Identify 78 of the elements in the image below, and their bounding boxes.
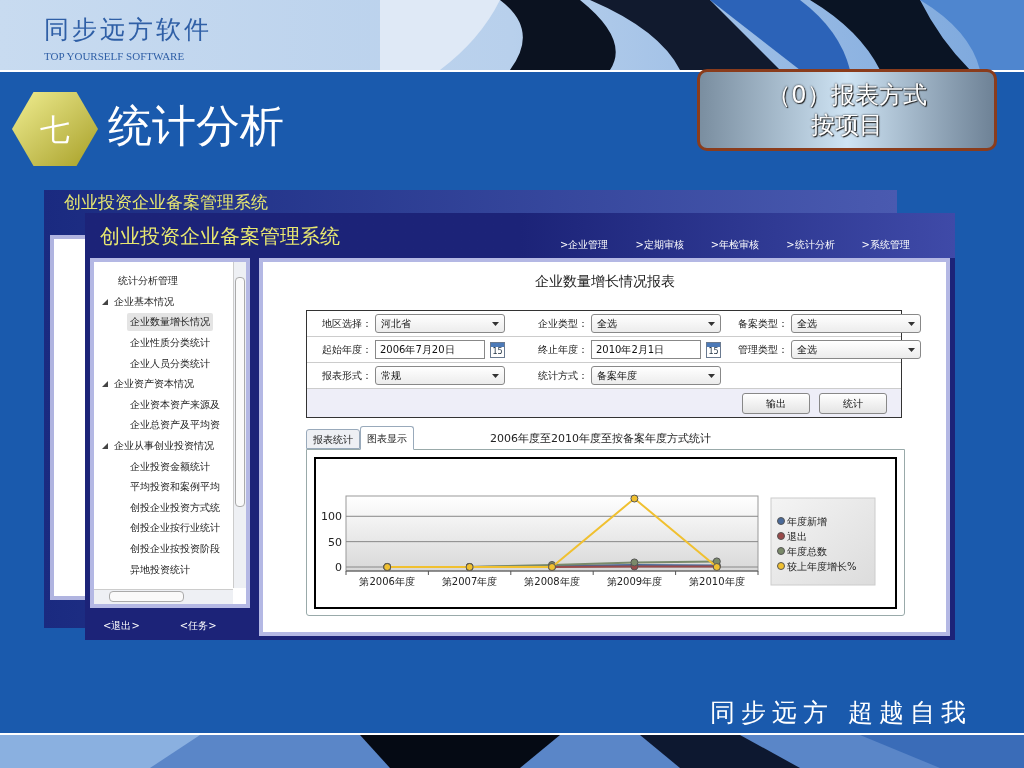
company-name: 同步远方软件: [44, 14, 212, 46]
section-title: 统计分析: [108, 99, 284, 153]
window-title: 创业投资企业备案管理系统: [100, 224, 340, 248]
data-point: [630, 558, 639, 567]
expander-icon[interactable]: [100, 379, 110, 390]
nav-link[interactable]: >年检审核: [710, 239, 760, 251]
window-title: 创业投资企业备案管理系统: [64, 193, 268, 212]
dropdown-arrow-icon: [908, 321, 915, 326]
legend-label: 较上年度增长%: [787, 561, 857, 572]
dropdown[interactable]: 备案年度: [591, 366, 721, 385]
field-label: 报表形式：: [322, 369, 373, 383]
callout-box: （0）报表方式 按项目: [697, 69, 997, 151]
vertical-scrollbar[interactable]: [233, 262, 246, 588]
company-slogan: TOP YOURSELF SOFTWARE: [44, 49, 185, 63]
dropdown[interactable]: 全选: [591, 314, 721, 333]
section-badge: 七: [12, 92, 98, 166]
horizontal-scrollbar[interactable]: [94, 589, 233, 604]
field-label: 起始年度：: [322, 343, 373, 357]
slogan: 同步远方 超越自我: [710, 697, 972, 729]
tree-item[interactable]: 平均投资和案例平均: [127, 478, 223, 497]
report-button[interactable]: 输出: [742, 392, 810, 414]
axis-label: 第2008年度: [524, 576, 580, 587]
tree-item[interactable]: 创投企业投资方式统: [127, 498, 223, 517]
chart-tab[interactable]: 图表显示: [360, 426, 414, 450]
tree-item[interactable]: 企业资本资产来源及: [127, 395, 223, 414]
dropdown[interactable]: 常规: [375, 366, 505, 385]
tree-item[interactable]: 企业投资金额统计: [127, 457, 213, 476]
footer-link[interactable]: <任务>: [179, 620, 217, 632]
dropdown-arrow-icon: [492, 373, 499, 378]
dropdown[interactable]: 全选: [791, 314, 921, 333]
axis-label: 0: [335, 561, 342, 574]
expander-icon[interactable]: [100, 441, 110, 452]
chart-tab[interactable]: 报表统计: [306, 429, 360, 449]
dropdown-arrow-icon: [708, 321, 715, 326]
legend-label: 年度总数: [787, 546, 827, 557]
axis-label: 第2007年度: [441, 576, 498, 587]
calendar-icon[interactable]: 15: [706, 341, 721, 358]
dropdown-arrow-icon: [492, 321, 499, 326]
tree-item[interactable]: 企业数量增长情况: [127, 313, 213, 332]
dropdown[interactable]: 全选: [791, 340, 921, 359]
legend-label: 年度新增: [787, 516, 827, 527]
date-field[interactable]: 2010年2月1日: [591, 340, 701, 359]
field-label: 地区选择：: [322, 317, 373, 331]
axis-label: 第2006年度: [359, 576, 415, 587]
field-label: 企业类型：: [538, 317, 589, 331]
axis-label: 100: [321, 510, 342, 524]
nav-link[interactable]: >定期审核: [635, 239, 684, 251]
nav-link[interactable]: >企业管理: [560, 239, 609, 251]
tree-item[interactable]: 异地投资统计: [127, 560, 193, 579]
axis-label: 50: [328, 535, 342, 549]
tree-item[interactable]: 创投企业按投资阶段: [127, 540, 223, 558]
axis-label: 第2010年度: [689, 576, 745, 587]
data-point: [630, 494, 639, 503]
tree-item[interactable]: 创投企业按行业统计: [127, 519, 223, 538]
tree-item[interactable]: 企业资产资本情况: [112, 376, 196, 393]
tree-item[interactable]: 企业人员分类统计: [127, 354, 213, 373]
nav-link[interactable]: >系统管理: [861, 239, 910, 251]
tree-item[interactable]: 企业从事创业投资情况: [112, 438, 216, 455]
dropdown[interactable]: 河北省: [375, 314, 505, 333]
tree-item[interactable]: 统计分析管理: [116, 273, 180, 290]
dropdown-arrow-icon: [908, 347, 915, 352]
legend-label: 退出: [787, 531, 807, 542]
report-button[interactable]: 统计: [819, 392, 887, 414]
chart-title: 2006年度至2010年度至按备案年度方式统计: [490, 432, 711, 446]
field-label: 终止年度：: [538, 343, 589, 357]
date-field[interactable]: 2006年7月20日: [375, 340, 485, 359]
field-label: 备案类型：: [738, 317, 789, 331]
field-label: 统计方式：: [538, 369, 589, 383]
tree-item[interactable]: 企业性质分类统计: [127, 334, 213, 353]
field-label: 管理类型：: [738, 343, 789, 357]
nav-link[interactable]: >统计分析: [786, 239, 835, 251]
dropdown-arrow-icon: [708, 373, 715, 378]
footer-link[interactable]: <退出>: [103, 620, 140, 632]
axis-label: 第2009年度: [606, 576, 663, 587]
tree-item[interactable]: 企业基本情况: [112, 293, 176, 310]
calendar-icon[interactable]: 15: [490, 341, 505, 358]
report-title: 企业数量增长情况报表: [534, 272, 675, 290]
tree-item[interactable]: 企业总资产及平均资: [127, 416, 223, 435]
